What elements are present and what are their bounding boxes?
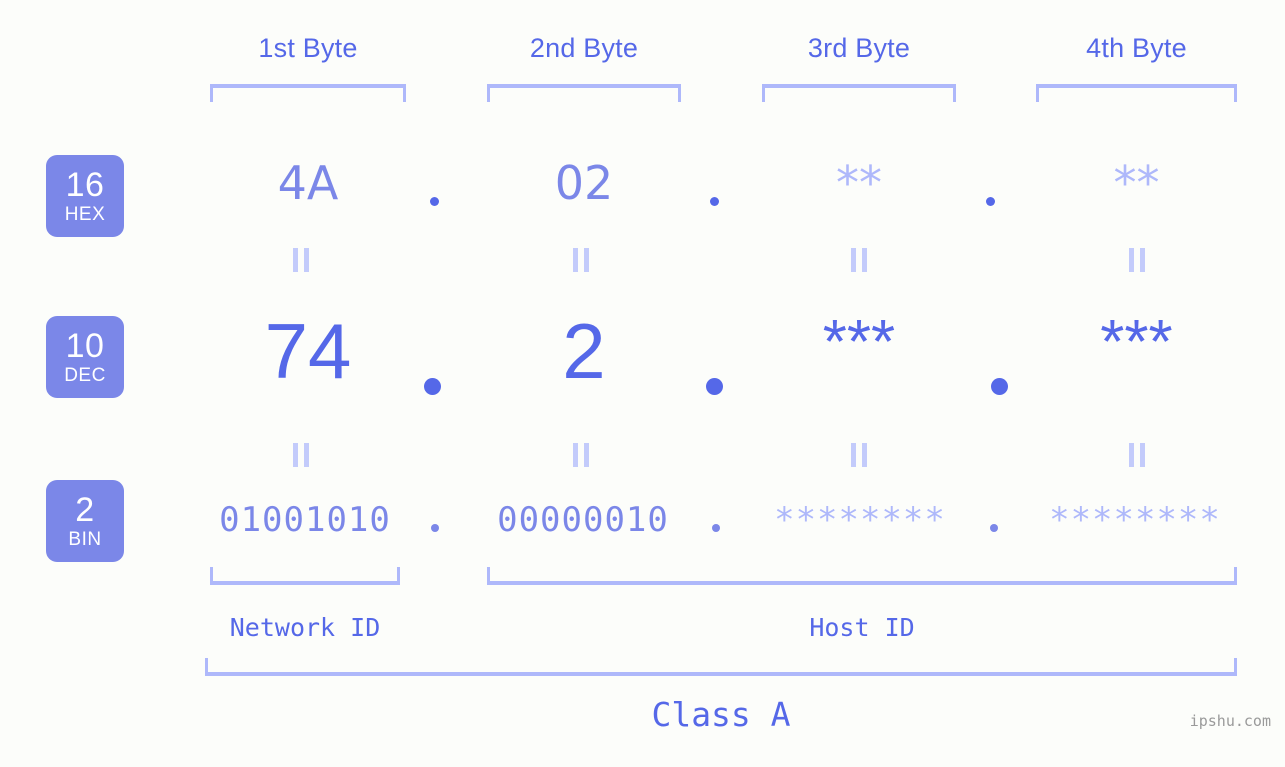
base-badge-hex: 16 HEX [46,155,124,237]
dec-byte-value-4: *** [1100,308,1173,377]
dec-byte-value-3: *** [822,308,896,377]
host-id-label: Host ID [809,613,915,642]
class-label: Class A [651,695,791,734]
base-badge-dec: 10 DEC [46,316,124,398]
hex-dot-separator-2 [710,197,719,206]
dec-dot-separator-2 [706,378,723,395]
equality-marker-hex-dec-4 [1128,248,1146,272]
byte-header-label-2: 2nd Byte [529,33,639,63]
bin-dot-separator-3 [990,524,998,532]
hex-byte-value-4: ** [1113,156,1160,210]
byte-bracket-1 [210,84,406,102]
byte-header-label-1: 1st Byte [258,33,358,63]
byte-header-label-4: 4th Byte [1086,33,1187,63]
dec-dot-separator-3 [991,378,1008,395]
equality-marker-hex-dec-3 [850,248,868,272]
base-badge-bin-name: BIN [68,529,102,550]
bin-dot-separator-1 [431,524,439,532]
class-bracket [205,658,1237,676]
equality-marker-hex-dec-1 [292,248,310,272]
host-id-bracket [487,567,1237,585]
network-id-bracket [210,567,400,585]
hex-dot-separator-3 [986,197,995,206]
dec-byte-value-1: 74 [264,307,352,395]
site-watermark: ipshu.com [1189,712,1271,730]
base-badge-dec-name: DEC [64,365,106,386]
dec-dot-separator-1 [424,378,441,395]
byte-bracket-4 [1036,84,1237,102]
byte-bracket-3 [762,84,956,102]
byte-header-label-3: 3rd Byte [807,33,911,63]
byte-bracket-2 [487,84,681,102]
base-badge-hex-number: 16 [65,166,105,204]
base-badge-bin-number: 2 [75,491,95,529]
equality-marker-dec-bin-3 [850,443,868,467]
equality-marker-hex-dec-2 [572,248,590,272]
dec-byte-value-2: 2 [562,307,606,395]
bin-dot-separator-2 [712,524,720,532]
equality-marker-dec-bin-4 [1128,443,1146,467]
ip-address-breakdown-diagram: 1st Byte 2nd Byte 3rd Byte 4th Byte 16 H… [0,0,1285,767]
equality-marker-dec-bin-1 [292,443,310,467]
bin-byte-value-2: 00000010 [497,500,669,540]
bin-byte-value-1: 01001010 [219,500,391,540]
hex-byte-value-2: 02 [554,156,614,210]
hex-dot-separator-1 [430,197,439,206]
hex-byte-value-1: 4A [277,156,339,210]
base-badge-hex-name: HEX [64,204,106,225]
base-badge-bin: 2 BIN [46,480,124,562]
equality-marker-dec-bin-2 [572,443,590,467]
bin-byte-value-3: ******** [774,500,946,540]
base-badge-dec-number: 10 [65,327,105,365]
network-id-label: Network ID [229,613,381,642]
hex-byte-value-3: ** [836,156,882,210]
bin-byte-value-4: ******** [1049,500,1221,540]
